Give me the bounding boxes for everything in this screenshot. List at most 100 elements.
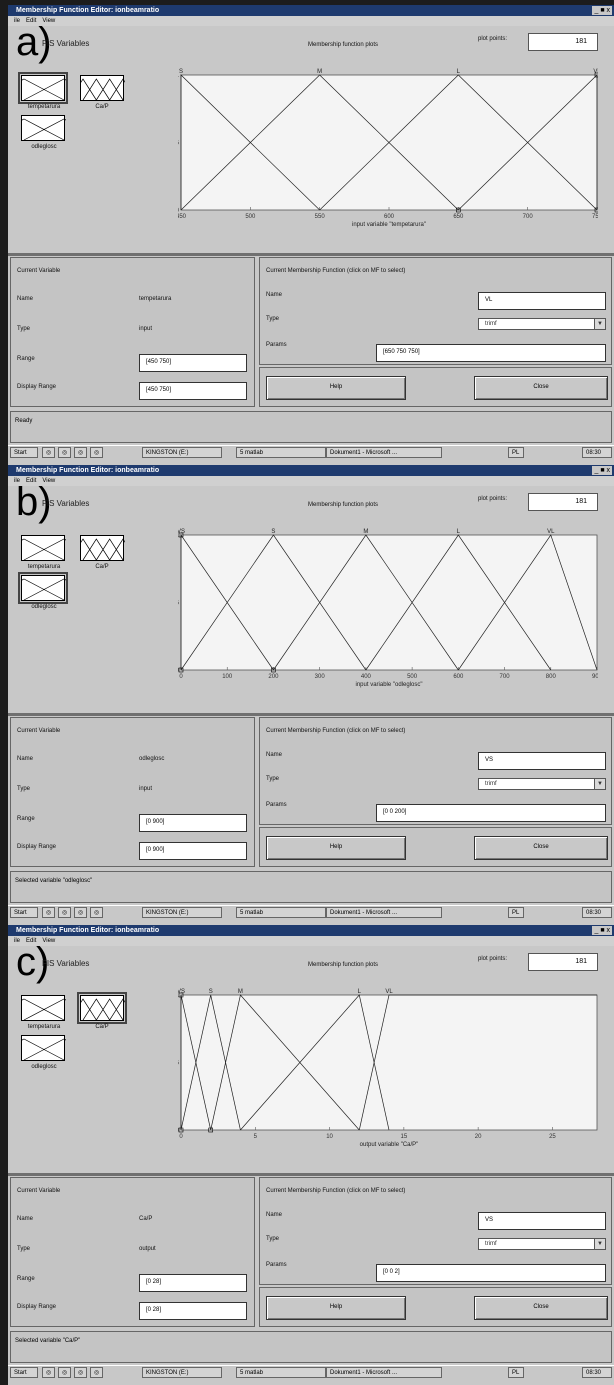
language-indicator[interactable]: PL <box>508 907 524 918</box>
plot-points-input[interactable]: 181 <box>528 493 598 511</box>
current-mf-panel: Current Membership Function (click on MF… <box>259 1177 612 1285</box>
plot-area <box>180 534 598 671</box>
help-button[interactable]: Help <box>266 836 406 860</box>
taskbar-kingston[interactable]: KINGSTON (E:) <box>142 907 222 918</box>
start-button[interactable]: Start <box>10 907 38 918</box>
mf-type-value: trimf <box>485 321 497 327</box>
quicklaunch-desktop-icon[interactable]: ◎ <box>74 447 87 458</box>
help-button[interactable]: Help <box>266 376 406 400</box>
chevron-down-icon[interactable]: ▼ <box>594 319 605 329</box>
taskbar-kingston[interactable]: KINGSTON (E:) <box>142 1367 222 1378</box>
window-controls[interactable]: _ ■ x <box>592 926 612 935</box>
quicklaunch-outlook-icon[interactable]: ◎ <box>58 447 71 458</box>
membership-plot[interactable]: 051015202500.51output variable "Ca/P"VSS… <box>178 985 598 1165</box>
quicklaunch-desktop-icon[interactable]: ◎ <box>74 1367 87 1378</box>
taskbar: Start KINGSTON (E:) 5 matlab Dokument1 - Mi… <box>8 445 614 460</box>
status-bar: Selected variable "Ca/P" <box>10 1331 612 1363</box>
variable-box-ca-p[interactable] <box>77 992 127 1024</box>
taskbar-matlab[interactable]: 5 matlab <box>236 447 326 458</box>
variable-box-ca-p[interactable] <box>80 75 125 101</box>
mf-type-select[interactable]: trimf ▼ <box>478 1238 606 1250</box>
current-variable-header: Current Variable <box>17 728 61 734</box>
taskbar-word[interactable]: Dokument1 - Microsoft ... <box>326 1367 442 1378</box>
variable-box-tempetarura[interactable] <box>21 995 66 1021</box>
language-indicator[interactable]: PL <box>508 1367 524 1378</box>
plot-points-input[interactable]: 181 <box>528 953 598 971</box>
membership-plot[interactable]: 010020030040050060070080090000.51input v… <box>178 525 598 705</box>
variable-type-value: input <box>139 786 153 792</box>
current-mf-header: Current Membership Function (click on MF… <box>266 1188 406 1194</box>
x-tick-label: 650 <box>453 214 464 220</box>
current-mf-panel: Current Membership Function (click on MF… <box>259 257 612 365</box>
mf-type-select[interactable]: trimf ▼ <box>478 318 606 330</box>
divider <box>8 713 614 716</box>
variable-box-odleglosc[interactable] <box>21 115 66 141</box>
clock[interactable]: 08:30 <box>582 447 612 458</box>
quicklaunch-media-icon[interactable]: ◎ <box>90 907 103 918</box>
taskbar-matlab[interactable]: 5 matlab <box>236 907 326 918</box>
start-button[interactable]: Start <box>10 1367 38 1378</box>
variable-label-odleglosc: odleglosc <box>31 144 57 150</box>
mf-name-label: Name <box>266 292 283 298</box>
quicklaunch-media-icon[interactable]: ◎ <box>90 1367 103 1378</box>
range-input[interactable]: [450 750] <box>139 354 247 372</box>
quicklaunch-ie-icon[interactable]: ◎ <box>42 447 55 458</box>
quicklaunch-ie-icon[interactable]: ◎ <box>42 907 55 918</box>
params-input[interactable]: [0 0 200] <box>376 804 606 822</box>
fis-variables-label: FIS Variables <box>42 959 90 968</box>
params-input[interactable]: [650 750 750] <box>376 344 606 362</box>
plot-points-label: plot points: <box>478 956 508 962</box>
mf-editor-window-a: Membership Function Editor: ionbeamratio… <box>8 5 614 465</box>
variable-box-tempetarura[interactable] <box>18 72 68 104</box>
quicklaunch-ie-icon[interactable]: ◎ <box>42 1367 55 1378</box>
language-indicator[interactable]: PL <box>508 447 524 458</box>
current-variable-panel: Current Variable Name odleglosc Type input Ra… <box>10 717 255 867</box>
current-mf-header: Current Membership Function (click on MF… <box>266 268 406 274</box>
taskbar-kingston[interactable]: KINGSTON (E:) <box>142 447 222 458</box>
quicklaunch-desktop-icon[interactable]: ◎ <box>74 907 87 918</box>
mf-name-input[interactable]: VS <box>478 1212 606 1230</box>
mf-name-input[interactable]: VL <box>478 292 606 310</box>
plot-title: Membership function plots <box>308 962 379 968</box>
display-range-input[interactable]: [0 900] <box>139 842 247 860</box>
type-label: Type <box>17 1246 31 1252</box>
taskbar-matlab[interactable]: 5 matlab <box>236 1367 326 1378</box>
clock[interactable]: 08:30 <box>582 1367 612 1378</box>
range-input[interactable]: [0 28] <box>139 1274 247 1292</box>
x-tick-label: 25 <box>549 1134 556 1140</box>
window-controls[interactable]: _ ■ x <box>592 6 612 15</box>
params-input[interactable]: [0 0 2] <box>376 1264 606 1282</box>
quicklaunch-media-icon[interactable]: ◎ <box>90 447 103 458</box>
quicklaunch-outlook-icon[interactable]: ◎ <box>58 1367 71 1378</box>
variable-name-value: odleglosc <box>139 756 165 762</box>
variable-box-odleglosc[interactable] <box>18 572 68 604</box>
help-button[interactable]: Help <box>266 1296 406 1320</box>
variable-box-ca-p[interactable] <box>80 535 125 561</box>
membership-plot[interactable]: 45050055060065070075000.51input variable… <box>178 65 598 245</box>
x-axis-label: input variable "tempetarura" <box>352 222 426 228</box>
start-button[interactable]: Start <box>10 447 38 458</box>
mf-name-label: Name <box>266 752 283 758</box>
mf-name-input[interactable]: VS <box>478 752 606 770</box>
window-controls[interactable]: _ ■ x <box>592 466 612 475</box>
variable-box-odleglosc[interactable] <box>21 1035 66 1061</box>
clock[interactable]: 08:30 <box>582 907 612 918</box>
x-tick-label: 600 <box>384 214 395 220</box>
quicklaunch-outlook-icon[interactable]: ◎ <box>58 907 71 918</box>
close-button[interactable]: Close <box>474 376 608 400</box>
taskbar-word[interactable]: Dokument1 - Microsoft ... <box>326 907 442 918</box>
chevron-down-icon[interactable]: ▼ <box>594 779 605 789</box>
display-range-input[interactable]: [450 750] <box>139 382 247 400</box>
taskbar-word[interactable]: Dokument1 - Microsoft ... <box>326 447 442 458</box>
mf-type-select[interactable]: trimf ▼ <box>478 778 606 790</box>
variable-box-tempetarura[interactable] <box>21 535 66 561</box>
variable-label-tempetarura: tempetarura <box>27 564 61 570</box>
x-tick-label: 0 <box>179 674 183 680</box>
mf-label-s: S <box>209 989 213 995</box>
close-button[interactable]: Close <box>474 836 608 860</box>
plot-points-input[interactable]: 181 <box>528 33 598 51</box>
close-button[interactable]: Close <box>474 1296 608 1320</box>
display-range-input[interactable]: [0 28] <box>139 1302 247 1320</box>
range-input[interactable]: [0 900] <box>139 814 247 832</box>
chevron-down-icon[interactable]: ▼ <box>594 1239 605 1249</box>
